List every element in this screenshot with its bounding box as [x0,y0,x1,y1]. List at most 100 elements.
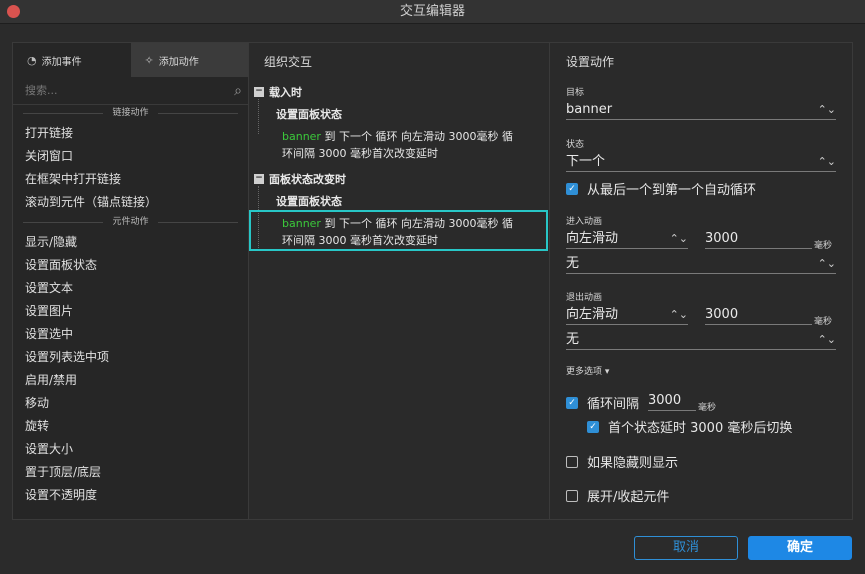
action-list-item[interactable]: 设置选中 [13,323,248,346]
checkbox-unchecked-icon [566,455,578,468]
action-list-item[interactable]: 启用/禁用 [13,369,248,392]
exit-anim-select[interactable]: 向左滑动 ⌃⌄ [566,305,688,325]
action-desc-line1: 到 下一个 循环 向左滑动 3000毫秒 循 [320,217,513,230]
expand-collapse-label: 展开/收起元件 [587,490,670,505]
loop-interval-input[interactable]: 3000 [648,391,696,411]
case-title[interactable]: 设置面板状态 [276,193,342,209]
action-list-item[interactable]: 置于顶层/底层 [13,461,248,484]
action-item-selected[interactable]: banner 到 下一个 循环 向左滑动 3000毫秒 循 环间隔 3000 毫… [282,215,532,249]
expand-collapse-checkbox[interactable]: 展开/收起元件 [566,486,669,505]
action-list-item[interactable]: 设置面板状态 [13,254,248,277]
checkbox-checked-icon: ✓ [587,420,599,433]
action-list-item[interactable]: 旋转 [13,415,248,438]
chevron-updown-icon: ⌃⌄ [669,308,688,321]
event-label: 载入时 [269,86,302,99]
action-list-item[interactable]: 关闭窗口 [13,145,248,168]
action-desc-line2: 环间隔 3000 毫秒首次改变延时 [282,234,438,247]
wrap-checkbox[interactable]: ✓ 从最后一个到第一个自动循环 [566,179,756,198]
action-list-item[interactable]: 设置大小 [13,438,248,461]
wrap-label: 从最后一个到第一个自动循环 [587,183,757,198]
more-options-toggle[interactable]: 更多选项 ▾ [566,364,609,377]
show-if-hidden-label: 如果隐藏则显示 [587,456,679,471]
tab-label: 添加事件 [41,56,82,68]
action-list-item[interactable]: 设置不透明度 [13,484,248,507]
event-icon: ◔ [27,53,37,67]
exit-anim-label: 退出动画 [566,293,603,303]
search-input[interactable] [25,84,235,97]
enter-anim-label: 进入动画 [566,217,603,227]
action-item[interactable]: banner 到 下一个 循环 向左滑动 3000毫秒 循 环间隔 3000 毫… [282,128,532,162]
ms-unit: 毫秒 [814,241,833,251]
action-list-item[interactable]: 打开链接 [13,122,248,145]
window-close-button[interactable] [7,5,20,18]
enter-easing-select[interactable]: 无 ⌃⌄ [566,254,836,274]
cancel-button[interactable]: 取消 [634,536,738,560]
action-desc-line2: 环间隔 3000 毫秒首次改变延时 [282,147,438,160]
event-on-panel-state-change[interactable]: − 面板状态改变时 [254,171,346,187]
collapse-icon[interactable]: − [254,174,264,184]
search-icon[interactable]: ⌕ [234,83,242,99]
action-target: banner [282,130,321,143]
action-list-item[interactable]: 显示/隐藏 [13,231,248,254]
chevron-updown-icon: ⌃⌄ [817,103,836,116]
event-on-load[interactable]: − 载入时 [254,84,302,100]
exit-duration-input[interactable]: 3000 [705,305,812,325]
state-select[interactable]: 下一个 ⌃⌄ [566,152,836,172]
enter-anim-value: 向左滑动 [566,231,619,246]
target-value: banner [566,102,613,117]
action-desc-line1: 到 下一个 循环 向左滑动 3000毫秒 循 [320,130,513,143]
ok-button[interactable]: 确定 [748,536,852,560]
chevron-updown-icon: ⌃⌄ [817,257,836,270]
tree-line [258,99,259,134]
tab-add-event[interactable]: ◔ 添加事件 [13,43,131,77]
action-list-item[interactable]: 滚动到元件（锚点链接） [13,191,248,214]
action-list-item[interactable]: 设置图片 [13,300,248,323]
action-list-item[interactable]: 设置列表选中项 [13,346,248,369]
action-list: 链接动作 打开链接 关闭窗口 在框架中打开链接 滚动到元件（锚点链接） 元件动作 显示/隐藏… [13,105,248,507]
exit-easing-value: 无 [566,332,580,347]
action-list-item[interactable]: 移动 [13,392,248,415]
action-list-item[interactable]: 在框架中打开链接 [13,168,248,191]
event-label: 面板状态改变时 [269,173,346,186]
checkbox-unchecked-icon [566,489,578,502]
tab-label: 添加动作 [158,56,199,68]
actions-panel: ◔ 添加事件 ✧ 添加动作 ⌕ 链接动作打开链接关闭窗口在框架中打开链接滚动到元… [12,42,249,520]
enter-duration-input[interactable]: 3000 [705,229,812,249]
checkbox-checked-icon: ✓ [566,182,578,195]
chevron-updown-icon: ⌃⌄ [817,155,836,168]
title-bar: 交互编辑器 [0,0,865,24]
ms-unit: 毫秒 [814,317,833,327]
ms-unit: 毫秒 [698,403,717,413]
state-label: 状态 [566,140,585,150]
sparkle-icon: ✧ [144,53,154,67]
interaction-organizer: 组织交互 − 载入时 设置面板状态 banner 到 下一个 循环 向左滑动 3… [249,42,549,520]
chevron-updown-icon: ⌃⌄ [669,232,688,245]
action-list-item[interactable]: 设置文本 [13,277,248,300]
search-bar: ⌕ [13,77,248,105]
show-if-hidden-checkbox[interactable]: 如果隐藏则显示 [566,452,678,471]
section-header: 链接动作 [13,105,248,122]
checkbox-checked-icon: ✓ [566,396,578,409]
loop-interval-checkbox[interactable]: ✓ 循环间隔 [566,393,639,412]
collapse-icon[interactable]: − [254,87,264,97]
target-label: 目标 [566,88,585,98]
action-target: banner [282,217,321,230]
window-title: 交互编辑器 [399,4,465,19]
case-title[interactable]: 设置面板状态 [276,106,342,122]
enter-anim-select[interactable]: 向左滑动 ⌃⌄ [566,229,688,249]
panel-tabs: ◔ 添加事件 ✧ 添加动作 [13,43,248,77]
section-header: 元件动作 [13,214,248,231]
chevron-updown-icon: ⌃⌄ [817,333,836,346]
exit-easing-select[interactable]: 无 ⌃⌄ [566,330,836,350]
target-select[interactable]: banner ⌃⌄ [566,100,836,120]
state-value: 下一个 [566,154,606,169]
tab-add-action[interactable]: ✧ 添加动作 [130,43,248,77]
enter-easing-value: 无 [566,256,580,271]
first-delay-label: 首个状态延时 3000 毫秒后切换 [608,421,793,436]
exit-anim-value: 向左滑动 [566,307,619,322]
loop-label: 循环间隔 [587,397,640,412]
action-settings-panel: 设置动作 目标 banner ⌃⌄ 状态 下一个 ⌃⌄ ✓ 从最后一个到第一个自… [549,42,853,520]
first-delay-checkbox[interactable]: ✓ 首个状态延时 3000 毫秒后切换 [587,417,792,436]
settings-title: 设置动作 [566,55,615,69]
organizer-title: 组织交互 [264,55,313,69]
